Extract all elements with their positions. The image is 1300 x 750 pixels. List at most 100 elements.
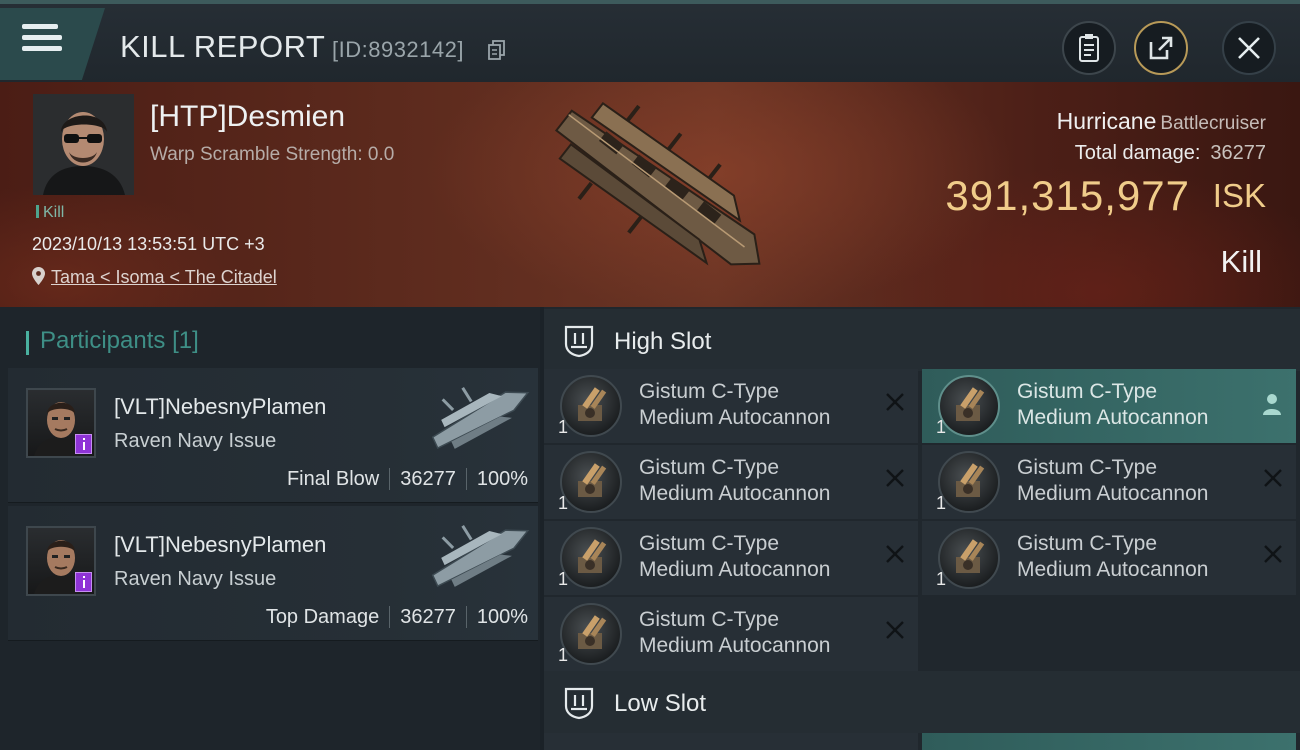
- remove-icon[interactable]: [1262, 543, 1284, 565]
- module-quantity: 1: [936, 569, 947, 589]
- autocannon-icon: [560, 451, 622, 513]
- module-item[interactable]: 1 Gistum C-Type Medium Autocannon: [922, 369, 1296, 443]
- kill-tag: Kill: [36, 204, 64, 222]
- report-id: [ID:8932142]: [332, 37, 464, 62]
- low-slot-label: Low Slot: [614, 690, 707, 717]
- warp-scramble-strength: Warp Scramble Strength: 0.0: [150, 144, 395, 165]
- module-item[interactable]: 1 Gistum C-Type Medium Autocannon: [544, 369, 918, 443]
- module-name: Gistum C-Type: [639, 380, 780, 403]
- corp-badge-icon: [75, 572, 92, 592]
- module-name: Gistum C-Type: [1017, 456, 1158, 479]
- module-quantity: 1: [558, 569, 569, 589]
- remove-icon[interactable]: [1262, 467, 1284, 489]
- close-button[interactable]: [1222, 21, 1276, 75]
- participant-name[interactable]: [VLT]NebesnyPlamen: [114, 532, 326, 558]
- participant-name[interactable]: [VLT]NebesnyPlamen: [114, 394, 326, 420]
- participant-ship-image: [431, 525, 530, 588]
- module-item[interactable]: 1 Gistum C-Type Medium Autocannon: [544, 597, 918, 671]
- clipboard-button[interactable]: [1062, 21, 1116, 75]
- high-slot-header: High Slot: [544, 309, 1300, 371]
- remove-icon[interactable]: [884, 543, 906, 565]
- victim-portrait[interactable]: [33, 94, 134, 195]
- high-slot-label: High Slot: [614, 328, 712, 355]
- module-name: Gistum C-Type: [639, 532, 780, 555]
- module-quantity: 1: [558, 645, 569, 665]
- participant-portrait[interactable]: [26, 526, 96, 596]
- fitting-panel: High Slot 1 Gistum C-Type Medium Autocan…: [544, 307, 1300, 750]
- participant-stats: Final Blow 36277 100%: [287, 468, 528, 491]
- autocannon-icon: [560, 375, 622, 437]
- participants-label: Participants: [40, 327, 166, 354]
- participant-role: Final Blow: [286, 468, 380, 490]
- module-item[interactable]: 1 Gistum C-Type Medium Autocannon: [922, 445, 1296, 519]
- ship-class: Battlecruiser: [1160, 113, 1266, 134]
- victim-name[interactable]: [HTP]Desmien: [150, 100, 345, 134]
- module-quantity: 1: [558, 417, 569, 437]
- share-button[interactable]: [1134, 21, 1188, 75]
- share-icon: [1149, 36, 1173, 60]
- participant-percent: 100%: [476, 606, 528, 628]
- total-damage-value: 36277: [1210, 142, 1266, 164]
- isk-value: 391,315,977: [945, 172, 1190, 219]
- location-text[interactable]: Tama < Isoma < The Citadel: [51, 267, 277, 287]
- module-quantity: 1: [936, 417, 947, 437]
- participant-portrait[interactable]: [26, 388, 96, 458]
- autocannon-icon: [938, 451, 1000, 513]
- clipboard-icon: [1079, 34, 1099, 62]
- module-name: Gistum C-Type: [639, 456, 780, 479]
- module-item[interactable]: 1 Gistum C-Type Medium Autocannon: [922, 521, 1296, 595]
- remove-icon[interactable]: [884, 619, 906, 641]
- module-type: Medium Autocannon: [1017, 482, 1209, 505]
- module-item-partial[interactable]: [544, 733, 918, 750]
- kill-timestamp: 2023/10/13 13:53:51 UTC +3: [32, 234, 265, 254]
- participant-percent: 100%: [476, 468, 528, 490]
- total-damage-label: Total damage:: [1074, 142, 1201, 164]
- autocannon-icon: [938, 375, 1000, 437]
- participant-role: Top Damage: [265, 606, 380, 628]
- module-quantity: 1: [936, 493, 947, 513]
- menu-icon[interactable]: [22, 24, 62, 58]
- autocannon-icon: [560, 527, 622, 589]
- participant-damage: 36277: [400, 606, 456, 628]
- low-slot-header: Low Slot: [544, 671, 1300, 733]
- ship-name[interactable]: Hurricane: [1057, 108, 1157, 134]
- result-label: Kill: [1220, 244, 1262, 279]
- module-type: Medium Autocannon: [639, 634, 831, 657]
- module-item-partial[interactable]: [922, 733, 1296, 750]
- remove-icon[interactable]: [884, 391, 906, 413]
- victim-banner: [HTP]Desmien Warp Scramble Strength: 0.0…: [0, 82, 1300, 307]
- kill-location-link[interactable]: Tama < Isoma < The Citadel: [32, 267, 277, 288]
- title-bar: KILL REPORT [ID:8932142]: [0, 0, 1300, 82]
- pilot-icon[interactable]: [1262, 393, 1282, 415]
- participants-panel: Participants [1] [VLT]NebesnyPlamen Rave…: [0, 307, 540, 750]
- module-type: Medium Autocannon: [1017, 406, 1209, 429]
- location-pin-icon: [32, 267, 45, 285]
- victim-ship-image: [554, 101, 761, 266]
- corp-badge-icon: [75, 434, 92, 454]
- participant-damage: 36277: [400, 468, 456, 490]
- participant-ship: Raven Navy Issue: [114, 568, 277, 590]
- participant-stats: Top Damage 36277 100%: [266, 606, 528, 629]
- participant-ship-image: [431, 387, 530, 450]
- autocannon-icon: [560, 603, 622, 665]
- module-type: Medium Autocannon: [639, 558, 831, 581]
- copy-icon[interactable]: [488, 40, 506, 60]
- slot-icon: [564, 687, 594, 720]
- module-name: Gistum C-Type: [1017, 532, 1158, 555]
- module-name: Gistum C-Type: [1017, 380, 1158, 403]
- page-title: KILL REPORT: [120, 29, 326, 64]
- module-type: Medium Autocannon: [639, 406, 831, 429]
- module-item[interactable]: 1 Gistum C-Type Medium Autocannon: [544, 521, 918, 595]
- participants-count: [1]: [172, 327, 199, 354]
- module-item[interactable]: 1 Gistum C-Type Medium Autocannon: [544, 445, 918, 519]
- participant-ship: Raven Navy Issue: [114, 430, 277, 452]
- remove-icon[interactable]: [884, 467, 906, 489]
- participant-card[interactable]: [VLT]NebesnyPlamen Raven Navy Issue Top …: [8, 506, 538, 641]
- participant-card[interactable]: [VLT]NebesnyPlamen Raven Navy Issue Fina…: [8, 368, 538, 503]
- isk-unit: ISK: [1212, 177, 1266, 214]
- participants-header: Participants [1]: [26, 327, 199, 355]
- close-icon: [1238, 37, 1260, 59]
- autocannon-icon: [938, 527, 1000, 589]
- module-type: Medium Autocannon: [1017, 558, 1209, 581]
- total-damage: Total damage: 36277: [1075, 142, 1266, 165]
